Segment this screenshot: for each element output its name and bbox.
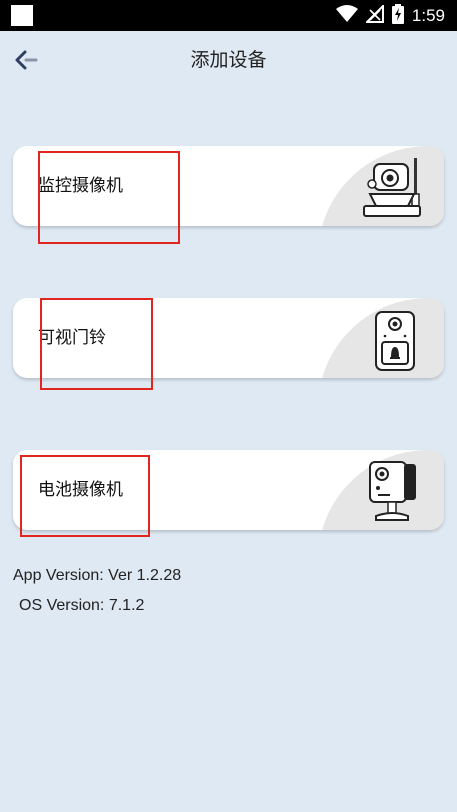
status-icons: 1:59 bbox=[335, 0, 445, 31]
battery-camera-icon bbox=[369, 461, 416, 521]
page-title: 添加设备 bbox=[190, 49, 267, 71]
status-bar: 1:59 bbox=[0, 0, 457, 31]
device-label: 可视门铃 bbox=[38, 328, 106, 348]
device-card-battery-camera[interactable]: 电池摄像机 bbox=[13, 450, 444, 530]
status-time: 1:59 bbox=[411, 5, 445, 25]
battery-charging-icon bbox=[391, 3, 404, 28]
wifi-icon bbox=[335, 4, 358, 27]
device-label: 监控摄像机 bbox=[38, 176, 123, 196]
video-doorbell-icon bbox=[375, 311, 415, 371]
device-card-video-doorbell[interactable]: 可视门铃 bbox=[13, 298, 444, 378]
os-version-text: OS Version: 7.1.2 bbox=[19, 597, 145, 614]
ptz-camera-icon bbox=[363, 158, 421, 217]
app-version-text: App Version: Ver 1.2.28 bbox=[13, 567, 182, 584]
app-header: 添加设备 bbox=[0, 31, 457, 89]
device-label: 电池摄像机 bbox=[38, 480, 123, 500]
device-card-ptz-camera[interactable]: 监控摄像机 bbox=[13, 146, 444, 226]
notification-icon bbox=[11, 5, 33, 26]
no-signal-icon bbox=[364, 3, 384, 27]
